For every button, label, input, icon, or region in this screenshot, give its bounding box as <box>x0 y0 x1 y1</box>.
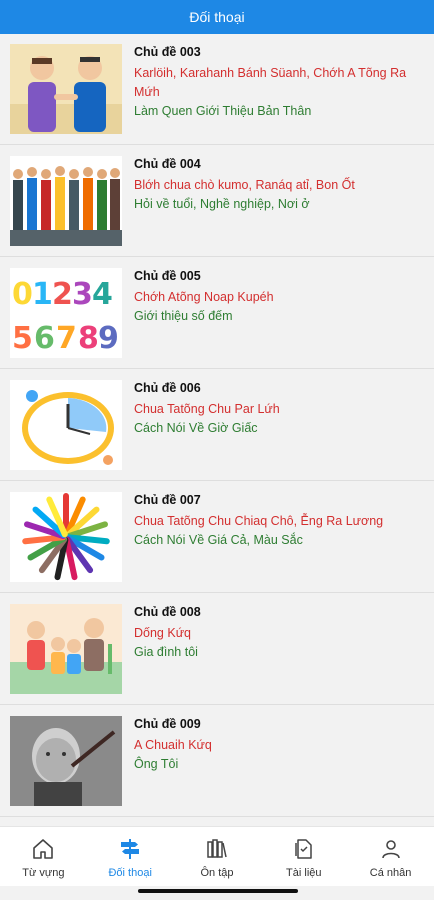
topic-thumbnail: 0 1 2 3 4 5 6 7 8 9 <box>10 268 122 358</box>
svg-text:3: 3 <box>72 277 93 312</box>
divider <box>0 592 434 593</box>
tab-ca-nhan[interactable]: Cá nhân <box>347 827 434 886</box>
topic-local-name: Karlöih, Karahanh Bánh Süanh, Chớh A Tõn… <box>134 66 407 99</box>
page-title: Đối thoại <box>189 9 245 25</box>
topic-vietnamese-name: Cách Nói Về Giá Cả, Màu Sắc <box>134 533 303 547</box>
books-icon <box>207 839 227 858</box>
topic-thumbnail <box>10 380 122 470</box>
document-icon <box>295 839 312 859</box>
divider <box>0 480 434 481</box>
topic-title: Chủ đề 009 <box>134 717 201 731</box>
tab-label: Từ vựng <box>22 867 65 879</box>
topic-title: Chủ đề 007 <box>134 493 201 507</box>
topic-title: Chủ đề 003 <box>134 45 201 59</box>
divider <box>0 256 434 257</box>
topic-list[interactable]: Chủ đề 003 Karlöih, Karahanh Bánh Süanh,… <box>0 34 434 826</box>
topic-thumbnail <box>10 156 122 246</box>
svg-text:7: 7 <box>56 321 77 356</box>
tab-tu-vung[interactable]: Từ vựng <box>0 827 87 886</box>
topic-title: Chủ đề 008 <box>134 605 201 619</box>
tab-label: Ôn tập <box>200 867 234 879</box>
topic-thumbnail <box>10 604 122 694</box>
topic-vietnamese-name: Gia đình tôi <box>134 645 198 659</box>
svg-text:1: 1 <box>32 277 53 312</box>
divider <box>0 704 434 705</box>
tab-label: Đối thoại <box>108 867 152 879</box>
divider <box>0 816 434 817</box>
svg-text:8: 8 <box>78 321 99 356</box>
home-indicator[interactable] <box>138 889 298 893</box>
person-icon <box>381 840 400 859</box>
topic-item[interactable]: 0 1 2 3 4 5 6 7 8 9 Chủ đề 005 Chớh Atõn… <box>10 258 424 358</box>
topic-item[interactable]: Chủ đề 009 A Chuaih Kứq Ông Tôi <box>10 706 424 806</box>
status-bar <box>0 0 434 8</box>
topic-thumbnail <box>10 492 122 582</box>
tab-tai-lieu[interactable]: Tài liệu <box>260 827 347 886</box>
svg-text:2: 2 <box>52 277 73 312</box>
topic-title: Chủ đề 005 <box>134 269 201 283</box>
divider <box>0 144 434 145</box>
tab-label: Cá nhân <box>369 867 412 879</box>
topic-item[interactable]: Chủ đề 006 Chua Tatõng Chu Par Lứh Cách … <box>10 370 424 470</box>
topic-local-name: Blớh chua chò kumo, Ranáq atỉ, Bon Ốt <box>134 178 355 192</box>
home-icon <box>33 839 54 859</box>
tab-on-tap[interactable]: Ôn tập <box>174 827 261 886</box>
topic-vietnamese-name: Ông Tôi <box>134 757 179 771</box>
topic-local-name: Dống Kứq <box>134 626 192 640</box>
topic-local-name: Chua Tatõng Chu Chiaq Chô, Ễng Ra Lương <box>134 514 384 528</box>
header-bar: Đối thoại <box>0 8 434 34</box>
tab-label: Tài liệu <box>286 867 322 879</box>
topic-local-name: Chớh Atõng Noap Kupéh <box>134 290 274 304</box>
topic-local-name: Chua Tatõng Chu Par Lứh <box>134 402 280 416</box>
tab-doi-thoai[interactable]: Đối thoại <box>87 827 174 886</box>
topic-title: Chủ đề 006 <box>134 381 201 395</box>
signpost-icon <box>121 839 140 859</box>
topic-item[interactable]: Chủ đề 007 Chua Tatõng Chu Chiaq Chô, Ễn… <box>10 482 424 582</box>
topic-item[interactable]: Chủ đề 003 Karlöih, Karahanh Bánh Süanh,… <box>10 34 424 134</box>
topic-vietnamese-name: Làm Quen Giới Thiệu Bản Thân <box>134 104 312 118</box>
bottom-tab-bar: Từ vựng Đối thoại Ôn tập Tài liệu Cá nhâ… <box>0 826 434 886</box>
svg-text:6: 6 <box>34 321 55 356</box>
svg-text:9: 9 <box>98 321 119 356</box>
topic-thumbnail <box>10 716 122 806</box>
topic-vietnamese-name: Giới thiệu số đếm <box>134 309 233 323</box>
divider <box>0 368 434 369</box>
topic-vietnamese-name: Cách Nói Về Giờ Giấc <box>134 421 258 435</box>
svg-text:0: 0 <box>12 277 33 312</box>
topic-local-name: A Chuaih Kứq <box>134 738 212 752</box>
svg-text:5: 5 <box>12 321 33 356</box>
svg-text:4: 4 <box>92 277 113 312</box>
topic-title: Chủ đề 004 <box>134 157 201 171</box>
topic-item[interactable]: Chủ đề 008 Dống Kứq Gia đình tôi <box>10 594 424 694</box>
topic-thumbnail <box>10 44 122 134</box>
topic-vietnamese-name: Hỏi về tuổi, Nghề nghiệp, Nơi ở <box>134 197 310 211</box>
topic-item[interactable]: Chủ đề 004 Blớh chua chò kumo, Ranáq atỉ… <box>10 146 424 246</box>
